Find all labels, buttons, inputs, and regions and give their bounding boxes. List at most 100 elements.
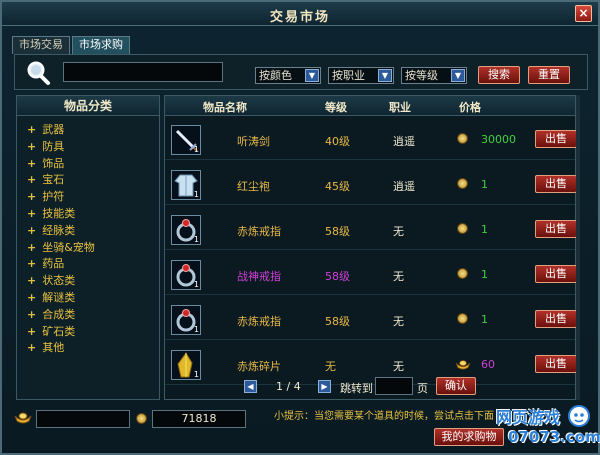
table-row: 1 赤炼戒指 58级 无 1 出售 (165, 210, 577, 250)
expand-plus-icon[interactable]: + (27, 123, 36, 136)
category-label: 其他 (42, 341, 65, 355)
expand-plus-icon[interactable]: + (27, 325, 36, 338)
item-class: 无 (393, 315, 404, 328)
expand-plus-icon[interactable]: + (27, 173, 36, 186)
prev-page-button[interactable]: ◀ (244, 380, 257, 393)
watermark-line2: 07073.com (508, 428, 600, 446)
robe-icon[interactable]: 1 (171, 170, 201, 200)
confirm-jump-button[interactable]: 确认 (436, 377, 476, 395)
chevron-down-icon[interactable]: ▼ (451, 69, 465, 82)
coin-icon (457, 223, 468, 234)
expand-plus-icon[interactable]: + (27, 274, 36, 287)
coin-icon (457, 313, 468, 324)
tab-market-buy-request[interactable]: 市场求购 (72, 36, 130, 54)
search-icon[interactable] (25, 60, 51, 86)
search-button[interactable]: 搜索 (478, 66, 520, 84)
list-scrollbar[interactable] (576, 95, 580, 400)
header-class: 职业 (389, 101, 411, 114)
item-quantity: 1 (193, 325, 199, 334)
category-item[interactable]: + 合成类 (27, 308, 75, 322)
expand-plus-icon[interactable]: + (27, 224, 36, 237)
category-item[interactable]: + 其他 (27, 341, 64, 355)
category-item[interactable]: + 坐骑&宠物 (27, 241, 95, 255)
ring-icon[interactable]: 1 (171, 260, 201, 290)
coin-icon (457, 268, 468, 279)
category-item[interactable]: + 武器 (27, 123, 64, 137)
coin-balance-field: 71818 (152, 410, 246, 428)
item-name: 赤炼碎片 (237, 360, 281, 373)
expand-plus-icon[interactable]: + (27, 308, 36, 321)
category-label: 矿石类 (42, 324, 76, 338)
expand-plus-icon[interactable]: + (27, 140, 36, 153)
category-label: 解谜类 (42, 291, 76, 304)
category-item[interactable]: + 解谜类 (27, 291, 75, 305)
category-label: 药品 (42, 257, 65, 271)
expand-plus-icon[interactable]: + (27, 257, 36, 270)
expand-plus-icon[interactable]: + (27, 157, 36, 170)
category-item[interactable]: + 防具 (27, 140, 64, 154)
chevron-down-icon[interactable]: ▼ (305, 69, 319, 82)
item-price: 1 (481, 178, 488, 191)
sell-button[interactable]: 出售 (535, 310, 577, 328)
expand-plus-icon[interactable]: + (27, 291, 36, 304)
next-page-button[interactable]: ▶ (318, 380, 331, 393)
watermark-line1: 网页游戏 (496, 408, 561, 427)
category-label: 坐骑&宠物 (42, 240, 95, 254)
crystal-shard-icon[interactable]: 1 (171, 350, 201, 380)
jump-page-input[interactable] (375, 377, 413, 395)
expand-plus-icon[interactable]: + (27, 241, 36, 254)
table-row: 1 赤炼碎片 无 无 60 出售 (165, 345, 577, 385)
sell-button[interactable]: 出售 (535, 175, 577, 193)
expand-plus-icon[interactable]: + (27, 207, 36, 220)
category-item[interactable]: + 矿石类 (27, 325, 75, 339)
ring-icon[interactable]: 1 (171, 215, 201, 245)
category-item[interactable]: + 技能类 (27, 207, 75, 221)
table-row: 1 赤炼戒指 58级 无 1 出售 (165, 300, 577, 340)
close-button[interactable]: × (575, 5, 592, 22)
item-level: 58级 (325, 315, 350, 328)
category-label: 经脉类 (42, 223, 76, 237)
trade-market-window: 交易市场 × 市场交易 市场求购 按颜色 ▼ 按职业 ▼ 按等级 ▼ 搜索 重置… (0, 0, 600, 455)
item-quantity: 1 (193, 190, 199, 199)
color-filter-select[interactable]: 按颜色 ▼ (255, 67, 321, 84)
sell-button[interactable]: 出售 (535, 130, 577, 148)
item-quantity: 1 (193, 145, 199, 154)
class-filter-select[interactable]: 按职业 ▼ (328, 67, 394, 84)
reset-button[interactable]: 重置 (528, 66, 570, 84)
expand-plus-icon[interactable]: + (27, 341, 36, 354)
expand-plus-icon[interactable]: + (27, 190, 36, 203)
sell-button[interactable]: 出售 (535, 355, 577, 373)
sword-icon[interactable]: 1 (171, 125, 201, 155)
title-bar: 交易市场 × (2, 2, 598, 26)
coin-icon (457, 133, 468, 144)
category-item[interactable]: + 饰品 (27, 157, 64, 171)
tip-text: 小提示：当您需要某个道具的时候，尝试点击下面 (274, 411, 494, 422)
ring-icon[interactable]: 1 (171, 305, 201, 335)
sell-button[interactable]: 出售 (535, 265, 577, 283)
item-price: 1 (481, 313, 488, 326)
category-item[interactable]: + 护符 (27, 190, 64, 204)
page-indicator: 1 / 4 (276, 380, 301, 393)
header-level: 等级 (325, 101, 347, 114)
item-class: 无 (393, 360, 404, 373)
category-item[interactable]: + 经脉类 (27, 224, 75, 238)
category-label: 状态类 (42, 274, 76, 288)
level-filter-value: 按等级 (405, 69, 438, 82)
tab-market-trade[interactable]: 市场交易 (12, 36, 70, 54)
sell-button[interactable]: 出售 (535, 220, 577, 238)
item-class: 逍遥 (393, 180, 415, 193)
category-label: 防具 (42, 139, 65, 153)
item-quantity: 1 (193, 280, 199, 289)
category-item[interactable]: + 状态类 (27, 274, 75, 288)
item-price: 60 (481, 358, 495, 371)
item-name: 赤炼戒指 (237, 315, 281, 328)
level-filter-select[interactable]: 按等级 ▼ (401, 67, 467, 84)
chevron-down-icon[interactable]: ▼ (378, 69, 392, 82)
item-price: 30000 (481, 133, 516, 146)
item-list-panel: 物品名称 等级 职业 价格 1 听涛剑 40级 逍遥 30000 出售 1 红尘袍 45级 逍遥 1… (164, 95, 577, 400)
category-item[interactable]: + 药品 (27, 257, 64, 271)
search-input[interactable] (63, 62, 223, 82)
category-item[interactable]: + 宝石 (27, 173, 64, 187)
item-name: 战神戒指 (237, 270, 281, 283)
item-level: 45级 (325, 180, 350, 193)
